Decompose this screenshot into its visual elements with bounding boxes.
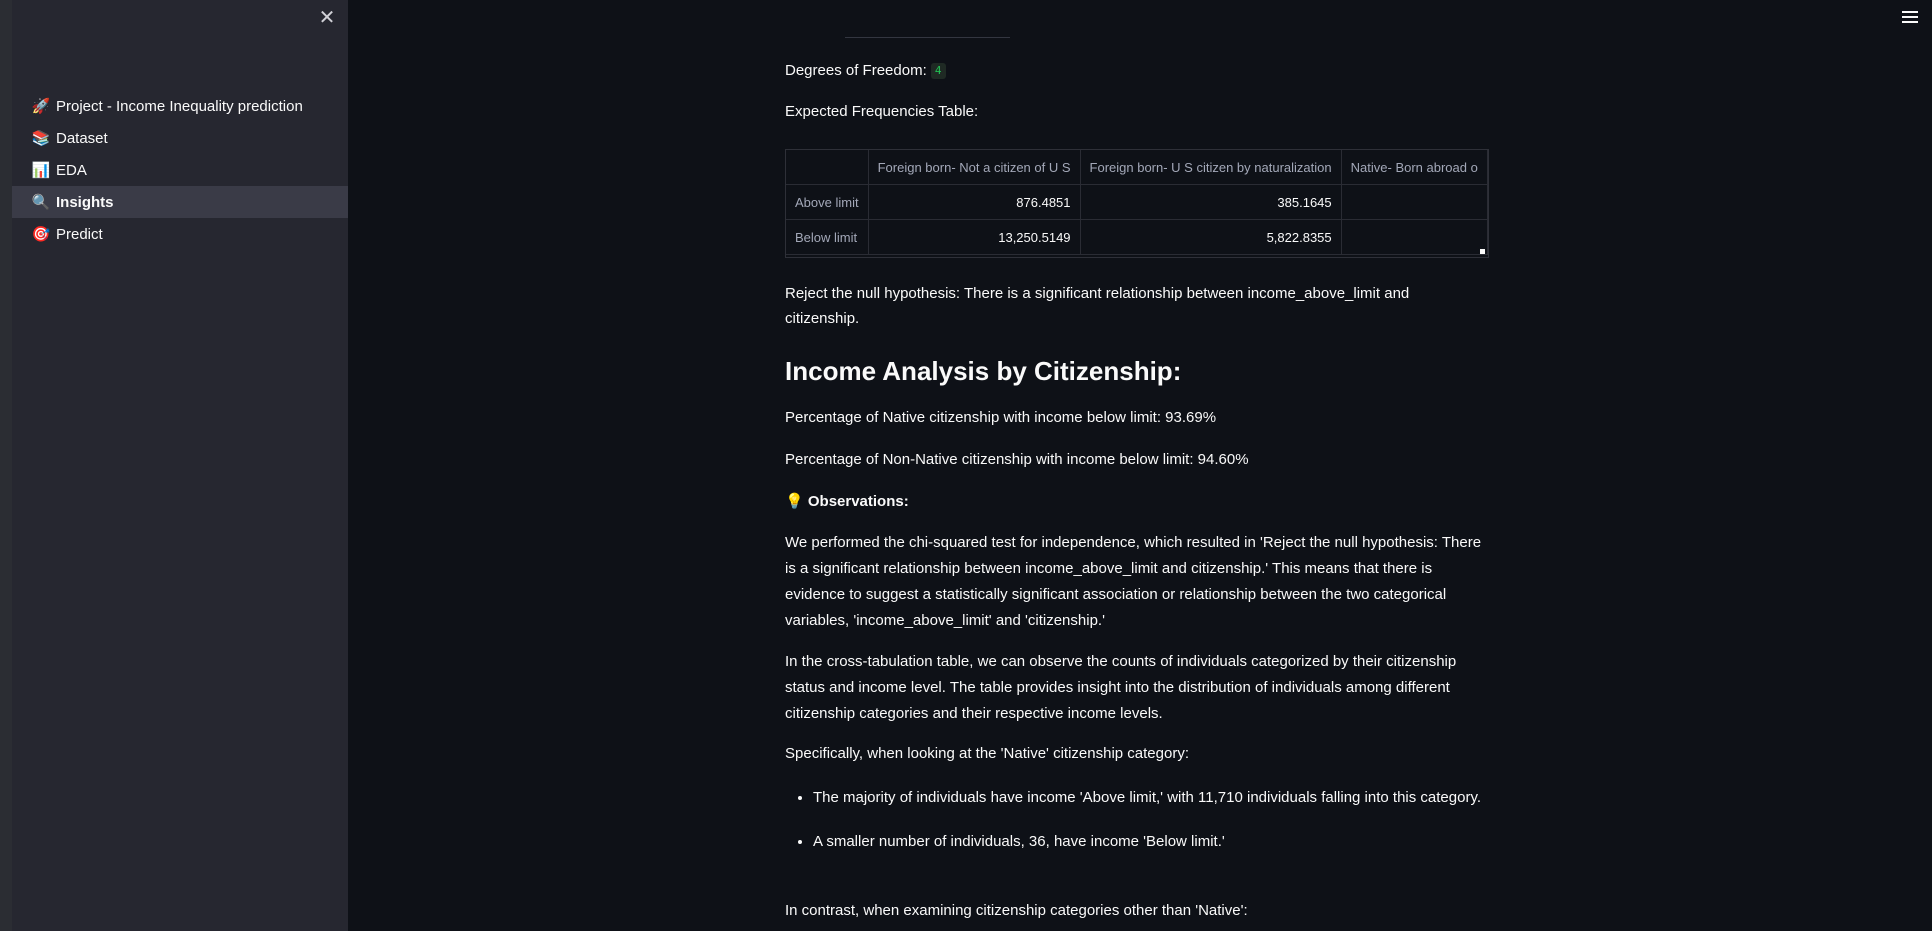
- section-heading: Income Analysis by Citizenship:: [785, 356, 1182, 386]
- pct-non-native: Percentage of Non-Native citizenship wit…: [785, 451, 1249, 468]
- lightbulb-icon: 💡: [785, 493, 804, 510]
- divider: [845, 37, 1010, 38]
- table-cell[interactable]: 385.1645: [1080, 184, 1342, 220]
- dof-value: 4: [930, 63, 946, 80]
- reject-text: Reject the null hypothesis: There is a s…: [785, 285, 1410, 327]
- observations-heading: 💡 Observations:: [785, 489, 909, 514]
- dof-label: Degrees of Freedom:: [785, 62, 927, 79]
- column-header[interactable]: Native- Born abroad o: [1341, 150, 1488, 185]
- sidebar: ✕ 🚀 Project - Income Inequality predicti…: [12, 0, 348, 931]
- table-cell[interactable]: 13,250.5149: [868, 219, 1081, 255]
- sidebar-item-label: Dataset: [56, 129, 108, 147]
- bar-chart-icon: 📊: [31, 162, 51, 179]
- list-item: A smaller number of individuals, 36, hav…: [813, 829, 1493, 855]
- table-corner: [786, 150, 869, 185]
- row-header: Above limit: [786, 184, 869, 220]
- list-item: The majority of individuals have income …: [813, 785, 1493, 811]
- rocket-icon: 🚀: [31, 98, 51, 115]
- close-sidebar-icon[interactable]: ✕: [315, 6, 339, 30]
- table-row: Below limit 13,250.5149 5,822.8355: [786, 219, 1488, 255]
- table-row: Above limit 876.4851 385.1645: [786, 184, 1488, 220]
- paragraph: In the cross-tabulation table, we can ob…: [785, 653, 1457, 722]
- table-resize-handle[interactable]: [1480, 249, 1485, 254]
- hamburger-menu-icon[interactable]: [1900, 8, 1920, 26]
- table-cell[interactable]: 876.4851: [868, 184, 1081, 220]
- magnifier-icon: 🔍: [31, 194, 51, 211]
- expected-frequencies-table[interactable]: Foreign born- Not a citizen of U S Forei…: [785, 149, 1489, 258]
- sidebar-item-label: EDA: [56, 161, 87, 179]
- sidebar-item-label: Insights: [56, 193, 114, 211]
- table-header-row: Foreign born- Not a citizen of U S Forei…: [786, 150, 1488, 185]
- column-header[interactable]: Foreign born- Not a citizen of U S: [868, 150, 1081, 185]
- table-cell[interactable]: [1341, 219, 1488, 255]
- paragraph: Specifically, when looking at the 'Nativ…: [785, 745, 1189, 762]
- sidebar-nav: 🚀 Project - Income Inequality prediction…: [12, 90, 348, 250]
- sidebar-item-eda[interactable]: 📊 EDA: [12, 154, 348, 186]
- sidebar-item-project[interactable]: 🚀 Project - Income Inequality prediction: [12, 90, 348, 122]
- observations-label: Observations:: [807, 493, 909, 510]
- dof-line: Degrees of Freedom: 4: [785, 58, 946, 83]
- table-cell[interactable]: [1341, 184, 1488, 220]
- sidebar-item-predict[interactable]: 🎯 Predict: [12, 218, 348, 250]
- sidebar-item-dataset[interactable]: 📚 Dataset: [12, 122, 348, 154]
- expected-title: Expected Frequencies Table:: [785, 103, 979, 120]
- sidebar-item-insights[interactable]: 🔍 Insights: [12, 186, 348, 218]
- pct-native: Percentage of Native citizenship with in…: [785, 409, 1217, 426]
- books-icon: 📚: [31, 130, 51, 147]
- sidebar-item-label: Project - Income Inequality prediction: [56, 97, 303, 115]
- paragraph: In contrast, when examining citizenship …: [785, 902, 1248, 919]
- bullet-list: The majority of individuals have income …: [785, 785, 1493, 855]
- sidebar-item-label: Predict: [56, 225, 103, 243]
- table-cell[interactable]: 5,822.8355: [1080, 219, 1342, 255]
- paragraph: We performed the chi-squared test for in…: [785, 534, 1482, 629]
- column-header[interactable]: Foreign born- U S citizen by naturalizat…: [1080, 150, 1342, 185]
- target-icon: 🎯: [31, 226, 51, 243]
- row-header: Below limit: [786, 219, 869, 255]
